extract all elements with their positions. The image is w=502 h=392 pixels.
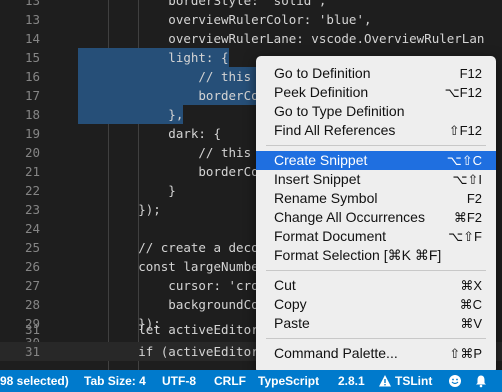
menu-item-format-selection[interactable]: Format Selection [⌘K ⌘F] <box>256 246 496 265</box>
line-number: 25 <box>24 240 40 255</box>
code-text[interactable]: overviewRulerLane: vscode.OverviewRulerL… <box>78 29 484 48</box>
code-text[interactable]: light: { <box>78 48 229 67</box>
menu-item-shortcut: F2 <box>466 191 482 206</box>
menu-item-go-to-definition[interactable]: Go to Definition F12 <box>256 64 496 83</box>
menu-item-go-to-type-definition[interactable]: Go to Type Definition <box>256 102 496 121</box>
menu-item-shortcut: ⌥⇧F <box>448 229 482 244</box>
editor-line[interactable]: 14 overviewRulerLane: vscode.OverviewRul… <box>0 29 502 48</box>
smiley-icon[interactable] <box>448 374 462 388</box>
menu-item-label: Command Palette... <box>274 345 398 361</box>
menu-item-label: Format Selection [⌘K ⌘F] <box>274 247 442 263</box>
editor-line[interactable]: 13 overviewRulerColor: 'blue', <box>0 10 502 29</box>
line-number: 13 <box>24 12 40 27</box>
code-text[interactable]: } <box>78 181 176 200</box>
code-text[interactable]: }, <box>78 105 184 124</box>
selection-status[interactable]: 98 selected) <box>0 370 69 392</box>
line-number: 23 <box>24 202 40 217</box>
menu-item-shortcut: ⌥⇧C <box>446 153 482 168</box>
line-number: 18 <box>24 107 40 122</box>
menu-item-label: Rename Symbol <box>274 190 378 206</box>
encoding-status[interactable]: UTF-8 <box>162 370 196 392</box>
menu-item-label: Insert Snippet <box>274 171 361 187</box>
menu-item-label: Go to Type Definition <box>274 103 405 119</box>
menu-item-format-document[interactable]: Format Document ⌥⇧F <box>256 227 496 246</box>
code-text[interactable]: dark: { <box>78 124 221 143</box>
menu-item-peek-definition[interactable]: Peek Definition ⌥F12 <box>256 83 496 102</box>
menu-separator <box>266 270 486 271</box>
menu-item-rename-symbol[interactable]: Rename Symbol F2 <box>256 189 496 208</box>
line-number: 19 <box>24 126 40 141</box>
line-number: 14 <box>24 31 40 46</box>
editor-line[interactable]: 13 borderStyle: 'solid', <box>0 0 502 10</box>
line-number: 21 <box>24 164 40 179</box>
status-bar: 98 selected) Tab Size: 4 UTF-8 CRLF Type… <box>0 370 502 392</box>
menu-item-insert-snippet[interactable]: Insert Snippet ⌥⇧I <box>256 170 496 189</box>
language-status[interactable]: TypeScript <box>258 370 319 392</box>
line-number: 31 <box>24 344 40 359</box>
menu-item-label: Change All Occurrences <box>274 209 425 225</box>
menu-item-shortcut: ⌥F12 <box>444 85 482 100</box>
context-menu: Go to Definition F12 Peek Definition ⌥F1… <box>256 56 496 374</box>
menu-item-command-palette[interactable]: Command Palette... ⇧⌘P <box>256 344 496 363</box>
line-ending-status[interactable]: CRLF <box>214 370 246 392</box>
line-number: 27 <box>24 278 40 293</box>
line-number: 13 <box>24 0 40 8</box>
line-number: 26 <box>24 259 40 274</box>
menu-item-paste[interactable]: Paste ⌘V <box>256 314 496 333</box>
menu-item-shortcut: ⌘F2 <box>453 210 482 225</box>
bell-icon[interactable] <box>474 374 488 388</box>
menu-item-label: Paste <box>274 315 310 331</box>
menu-item-change-all-occurrences[interactable]: Change All Occurrences ⌘F2 <box>256 208 496 227</box>
code-text[interactable]: if (activeEditor) { <box>78 342 281 361</box>
line-number: 16 <box>24 69 40 84</box>
menu-item-label: Create Snippet <box>274 152 368 168</box>
menu-item-find-all-references[interactable]: Find All References ⇧F12 <box>256 121 496 140</box>
menu-separator <box>266 145 486 146</box>
menu-item-label: Find All References <box>274 122 396 138</box>
menu-item-shortcut: ⌘X <box>460 278 482 293</box>
line-number: 17 <box>24 88 40 103</box>
menu-separator <box>266 338 486 339</box>
line-number: 31 <box>24 322 40 337</box>
tslint-status[interactable]: TSLint <box>395 370 432 392</box>
line-number: 24 <box>24 221 40 236</box>
warning-icon[interactable] <box>378 374 392 388</box>
menu-item-copy[interactable]: Copy ⌘C <box>256 295 496 314</box>
menu-item-shortcut: ⌘V <box>460 316 482 331</box>
menu-item-label: Format Document <box>274 228 387 244</box>
tab-size-status[interactable]: Tab Size: 4 <box>84 370 146 392</box>
line-number: 28 <box>24 297 40 312</box>
menu-item-create-snippet[interactable]: Create Snippet ⌥⇧C <box>256 151 496 170</box>
menu-item-shortcut: F12 <box>459 66 482 81</box>
menu-item-shortcut: ⌘C <box>459 297 482 312</box>
menu-item-shortcut: ⇧⌘P <box>449 346 482 361</box>
menu-item-shortcut: ⌥⇧I <box>452 172 483 187</box>
line-number: 15 <box>24 50 40 65</box>
menu-item-shortcut: ⇧F12 <box>448 123 482 138</box>
menu-item-label: Cut <box>274 277 296 293</box>
line-number: 20 <box>24 145 40 160</box>
code-text[interactable]: }); <box>78 200 161 219</box>
menu-item-label: Copy <box>274 296 307 312</box>
line-number: 22 <box>24 183 40 198</box>
code-text[interactable]: borderStyle: 'solid', <box>78 0 326 10</box>
menu-item-cut[interactable]: Cut ⌘X <box>256 276 496 295</box>
menu-item-label: Peek Definition <box>274 84 369 100</box>
menu-item-label: Go to Definition <box>274 65 371 81</box>
version-status[interactable]: 2.8.1 <box>338 370 365 392</box>
code-text[interactable]: overviewRulerColor: 'blue', <box>78 10 371 29</box>
